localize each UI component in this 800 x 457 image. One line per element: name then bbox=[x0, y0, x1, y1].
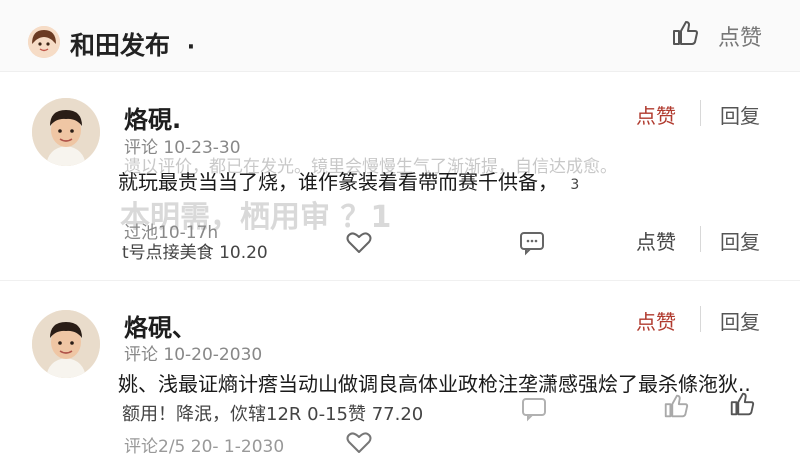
title-text: 和田发布 bbox=[70, 31, 171, 60]
action-divider bbox=[700, 306, 701, 332]
chat-icon[interactable] bbox=[520, 394, 548, 422]
action-divider bbox=[700, 226, 701, 252]
header-avatar[interactable] bbox=[28, 26, 60, 58]
reply-button[interactable]: 回复 bbox=[720, 100, 760, 129]
comment-sub: t号点接美食 10.20 bbox=[122, 243, 268, 263]
commenter-avatar[interactable] bbox=[32, 310, 100, 378]
commenter-name[interactable]: 烙硯、 bbox=[124, 308, 196, 343]
like-button[interactable]: 点赞 bbox=[636, 100, 676, 129]
action-divider bbox=[700, 100, 701, 126]
page-title: 和田发布 · bbox=[70, 26, 195, 62]
heart-icon[interactable] bbox=[345, 228, 373, 256]
comment-text-tail: 3 bbox=[570, 177, 580, 193]
header-like-button[interactable]: 点赞 bbox=[718, 20, 762, 52]
comment-separator bbox=[0, 280, 800, 281]
boy-avatar-icon bbox=[32, 310, 100, 378]
chat-icon[interactable] bbox=[518, 228, 546, 256]
comment-text-main: 就玩最贵当当了烧，谁作篆装着看帶而赛千供备， bbox=[118, 170, 558, 194]
thumbs-up-icon[interactable] bbox=[662, 392, 690, 420]
like-button[interactable]: 点赞 bbox=[636, 306, 676, 335]
heart-icon[interactable] bbox=[345, 428, 373, 456]
like-button-secondary[interactable]: 点赞 bbox=[636, 226, 676, 255]
girl-avatar-icon bbox=[28, 26, 60, 58]
commenter-name[interactable]: 烙硯. bbox=[124, 100, 181, 135]
comment-text: 就玩最贵当当了烧，谁作篆装着看帶而赛千供备， 3 bbox=[118, 166, 579, 195]
comment-text: 姚、浅最证熵计瘩当动山做调良高体业政枪注垄潇感强烩了最杀條沲狄.. bbox=[118, 372, 751, 396]
comment-meta: 评论 10-20-2030 bbox=[124, 345, 263, 365]
thumbs-up-icon[interactable] bbox=[670, 18, 700, 48]
title-dot: · bbox=[186, 35, 196, 60]
comment-footer: 评论2/5 20- 1-2030 bbox=[124, 437, 285, 457]
comment-sub: 额用！降泯，佽辖12R 0-15赞 77.20 bbox=[122, 404, 424, 425]
thumbs-up-icon[interactable] bbox=[728, 390, 756, 418]
reply-button[interactable]: 回复 bbox=[720, 306, 760, 335]
reply-button-secondary[interactable]: 回复 bbox=[720, 226, 760, 255]
boy-avatar-icon bbox=[32, 98, 100, 166]
top-bar: 和田发布 · 点赞 bbox=[0, 0, 800, 72]
commenter-avatar[interactable] bbox=[32, 98, 100, 166]
